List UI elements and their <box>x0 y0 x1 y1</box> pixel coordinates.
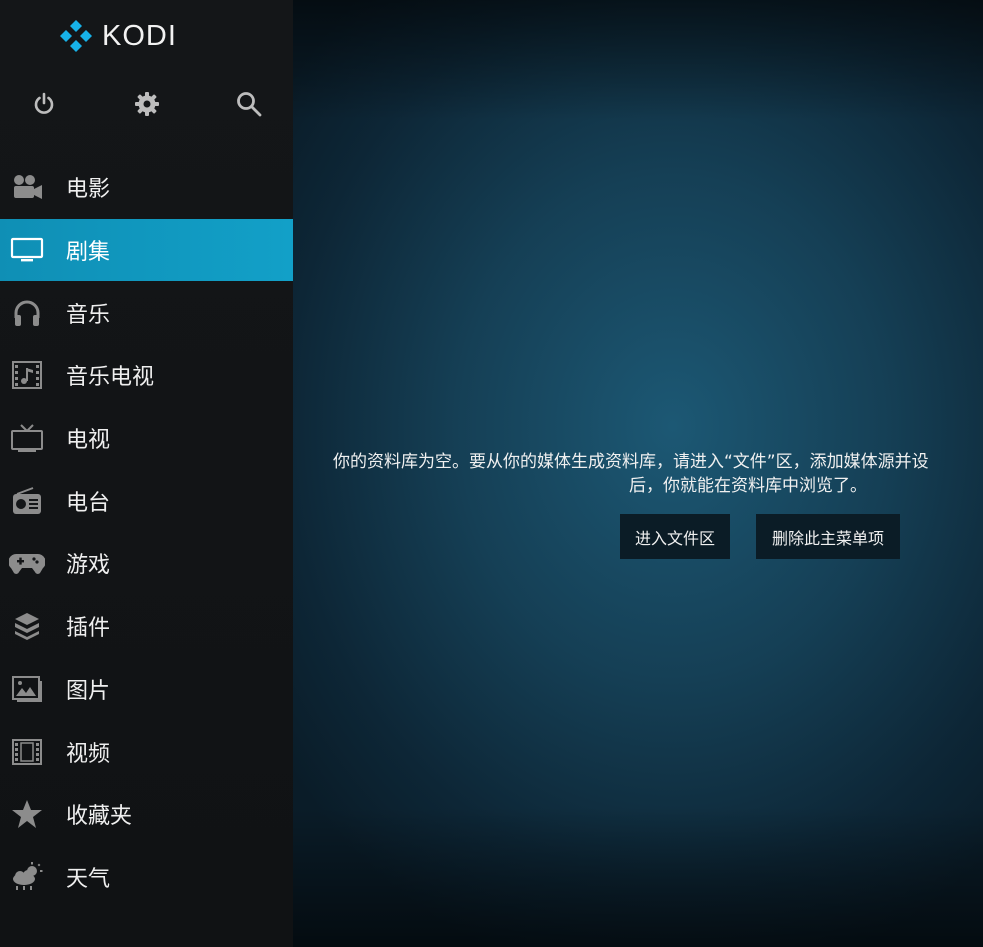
menu-item-tv[interactable]: 电视 <box>0 407 293 470</box>
menu-item-music[interactable]: 音乐 <box>0 281 293 344</box>
app-name: KODI <box>102 19 177 52</box>
star-icon <box>8 797 46 831</box>
music-video-icon <box>8 358 46 392</box>
menu-item-videos[interactable]: 视频 <box>0 720 293 783</box>
menu-item-label: 收藏夹 <box>66 804 133 830</box>
gear-icon[interactable] <box>127 84 167 124</box>
movie-camera-icon <box>8 170 46 204</box>
menu-item-label: 电视 <box>66 428 111 454</box>
remove-menu-item-button[interactable]: 删除此主菜单项 <box>756 514 900 559</box>
menu-item-label: 电影 <box>66 177 111 203</box>
menu-item-label: 游戏 <box>66 553 111 579</box>
film-strip-icon <box>8 735 46 769</box>
pictures-icon <box>8 672 46 706</box>
menu-item-label: 视频 <box>66 741 111 767</box>
gamepad-icon <box>8 546 46 580</box>
kodi-logo-icon <box>60 20 92 52</box>
menu-item-games[interactable]: 游戏 <box>0 532 293 595</box>
empty-library-message: 你的资料库为空。要从你的媒体生成资料库，请进入“文件”区，添加媒体源并设 后，你… <box>333 450 983 498</box>
addons-box-icon <box>8 609 46 643</box>
weather-icon <box>8 860 46 894</box>
menu-item-addons[interactable]: 插件 <box>0 595 293 658</box>
menu-item-label: 天气 <box>66 866 111 892</box>
power-icon[interactable] <box>24 84 64 124</box>
tv-monitor-icon <box>8 233 46 267</box>
menu-item-label: 插件 <box>66 616 111 642</box>
menu-item-movies[interactable]: 电影 <box>0 156 293 219</box>
message-line-2: 后，你就能在资料库中浏览了。 <box>629 476 867 496</box>
menu-item-musicvideos[interactable]: 音乐电视 <box>0 344 293 407</box>
tv-icon <box>8 421 46 455</box>
menu-item-label: 电台 <box>66 490 111 516</box>
main-menu: 电影 剧集 音乐 音乐电视 电视 电台 游戏 插件 图片 视频 收藏夹 天气 <box>0 156 293 908</box>
menu-item-label: 音乐电视 <box>66 365 155 391</box>
kodi-logo: KODI <box>58 18 177 54</box>
menu-item-tvshows[interactable]: 剧集 <box>0 218 293 282</box>
search-icon[interactable] <box>229 84 269 124</box>
content-area: 你的资料库为空。要从你的媒体生成资料库，请进入“文件”区，添加媒体源并设 后，你… <box>293 0 983 947</box>
sidebar: KODI 电影 剧集 音乐 音乐电视 电视 电台 游戏 插件 图片 视频 收藏夹… <box>0 0 293 947</box>
menu-item-pictures[interactable]: 图片 <box>0 658 293 721</box>
menu-item-label: 音乐 <box>66 302 111 328</box>
menu-item-radio[interactable]: 电台 <box>0 469 293 532</box>
enter-files-button[interactable]: 进入文件区 <box>620 514 730 559</box>
message-line-1: 你的资料库为空。要从你的媒体生成资料库，请进入“文件”区，添加媒体源并设 <box>333 452 929 472</box>
headphones-icon <box>8 296 46 330</box>
menu-item-label: 图片 <box>66 678 111 704</box>
top-icon-bar <box>0 84 293 124</box>
menu-item-favourites[interactable]: 收藏夹 <box>0 783 293 846</box>
menu-item-label: 剧集 <box>66 240 111 266</box>
radio-icon <box>8 484 46 518</box>
menu-item-weather[interactable]: 天气 <box>0 846 293 909</box>
